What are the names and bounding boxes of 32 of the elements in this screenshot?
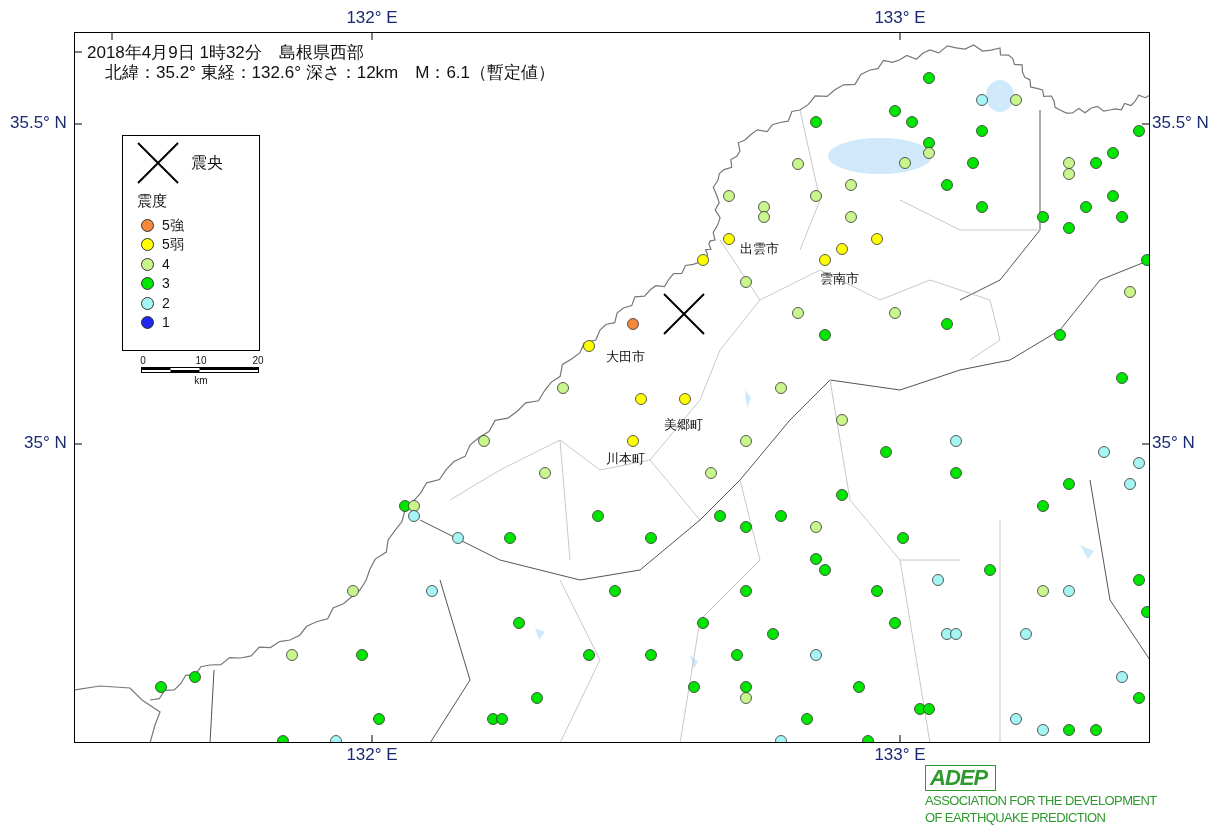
longitude-label: 132° E (346, 746, 398, 765)
scale-unit: km (194, 375, 208, 386)
scale-tick-label: 10 (195, 355, 207, 366)
scale-tick-label: 0 (140, 355, 146, 366)
longitude-label: 133° E (874, 9, 926, 28)
earthquake-datetime-region: 2018年4月9日 1時32分 島根県西部 (87, 44, 364, 63)
place-label: 雲南市 (820, 272, 859, 287)
epicenter-label: 震央 (191, 153, 223, 173)
epicenter-icon (137, 142, 179, 184)
epicenter-icon (663, 293, 705, 335)
intensity-label: 2 (162, 294, 170, 312)
intensity-label: 5強 (162, 216, 184, 234)
earthquake-parameters: 北緯：35.2° 東経：132.6° 深さ：12km M：6.1（暫定値） (105, 64, 556, 83)
longitude-label: 133° E (874, 746, 926, 765)
latitude-label: 35° N (24, 434, 67, 453)
intensity-label: 1 (162, 314, 170, 331)
place-label: 美郷町 (664, 418, 703, 433)
logo-text: ASSOCIATION FOR THE DEVELOPMENT (925, 793, 1157, 808)
intensity-title: 震度 (137, 192, 168, 210)
place-label: 川本町 (606, 452, 645, 467)
logo-mark: ADEP (925, 765, 997, 791)
intensity-label: 4 (162, 255, 170, 273)
longitude-label: 132° E (346, 9, 398, 28)
scale-tick-label: 20 (252, 355, 264, 366)
logo-text: OF EARTHQUAKE PREDICTION (925, 810, 1107, 825)
place-label: 出雲市 (740, 242, 779, 257)
latitude-label: 35.5° N (10, 114, 67, 133)
intensity-label: 5弱 (162, 236, 184, 253)
latitude-label: 35° N (1152, 434, 1195, 453)
latitude-label: 35.5° N (1152, 114, 1209, 133)
intensity-label: 3 (162, 275, 170, 292)
place-label: 大田市 (606, 350, 645, 365)
